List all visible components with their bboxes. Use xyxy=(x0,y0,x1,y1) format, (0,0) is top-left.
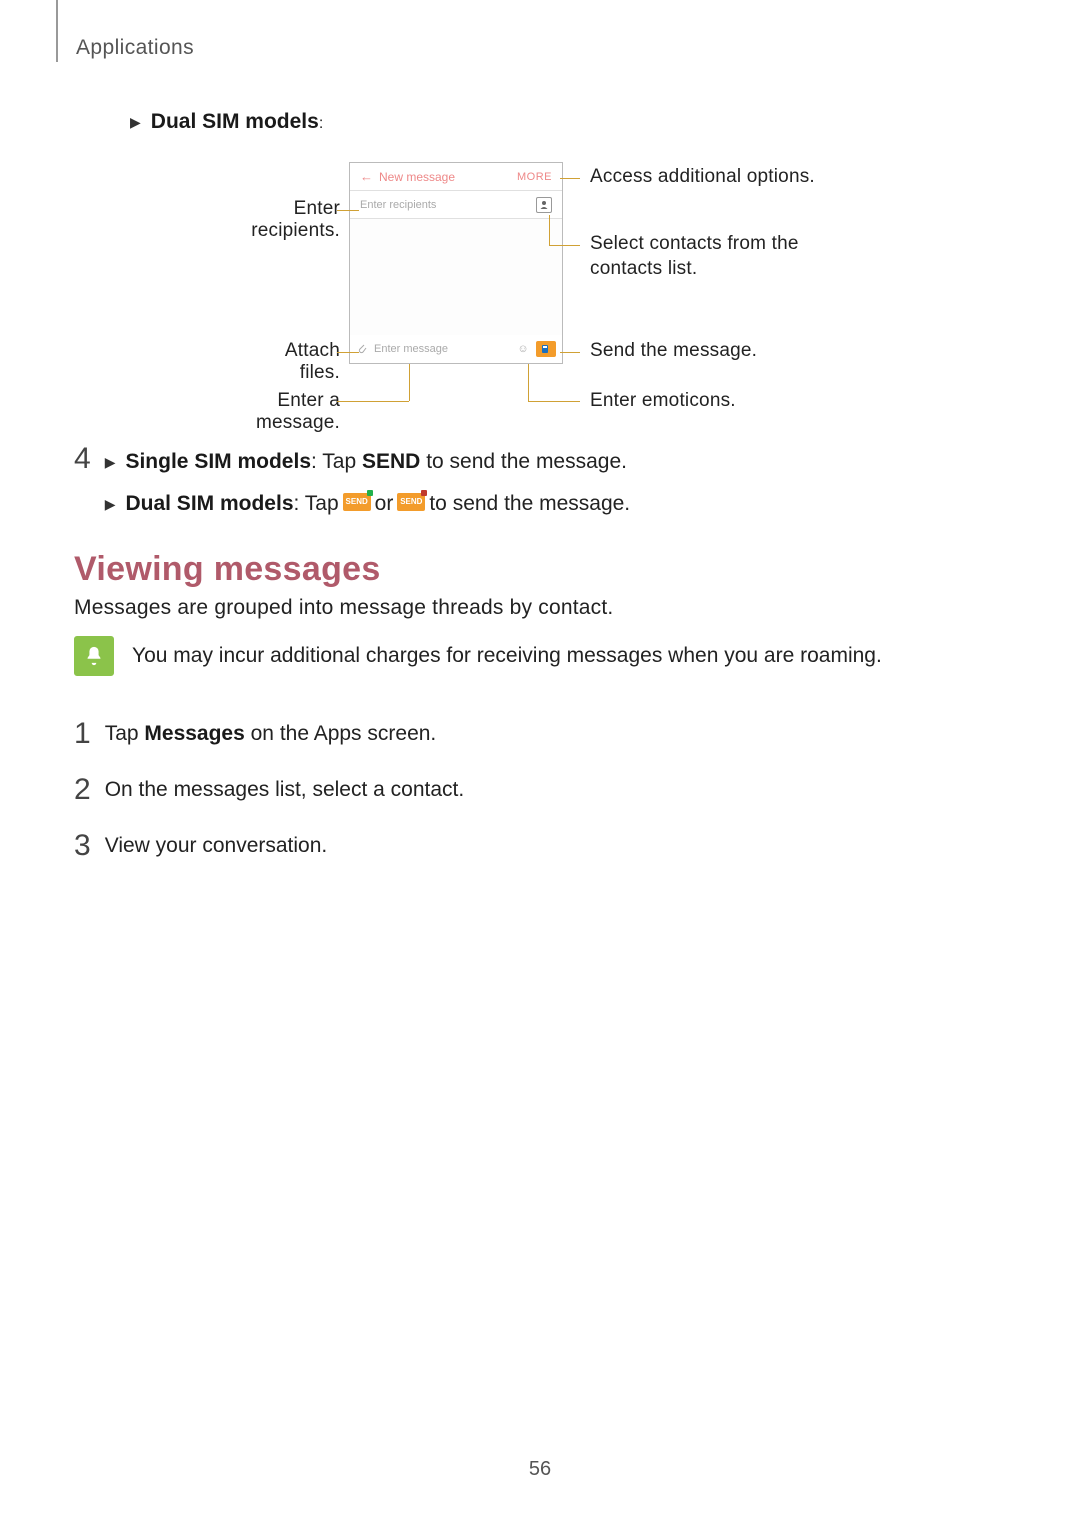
callout-line-vertical xyxy=(409,364,410,401)
callout-line xyxy=(549,245,580,246)
send-sim2-icon: SEND xyxy=(397,493,425,511)
step3-text: View your conversation. xyxy=(105,828,328,864)
callout-line xyxy=(337,210,359,211)
note-text: You may incur additional charges for rec… xyxy=(132,644,882,668)
step1-bold: Messages xyxy=(144,722,244,745)
bell-note-icon xyxy=(74,636,114,676)
recipients-placeholder[interactable]: Enter recipients xyxy=(360,199,436,211)
dual-sim-heading: Dual SIM models xyxy=(151,110,319,133)
mock-recipients-row: Enter recipients xyxy=(350,191,562,219)
dual-sim-heading-colon: : xyxy=(319,115,323,132)
callout-line xyxy=(337,352,359,353)
heading-viewing-messages: Viewing messages xyxy=(74,550,381,589)
back-arrow-icon[interactable]: ← xyxy=(360,169,373,184)
dual-sim-text-b: to send the message. xyxy=(429,486,630,522)
attach-icon[interactable] xyxy=(356,342,368,357)
step-number-2: 2 xyxy=(74,775,91,805)
callout-enter-emoticons: Enter emoticons. xyxy=(590,390,736,412)
viewing-intro: Messages are grouped into message thread… xyxy=(74,596,613,620)
bullet-dual-sim-heading: ▶ Dual SIM models: xyxy=(130,110,323,134)
callout-select-contacts-2: contacts list. xyxy=(590,258,697,280)
message-placeholder[interactable]: Enter message xyxy=(374,343,448,355)
step1-a: Tap xyxy=(105,722,145,745)
send-sim-button[interactable] xyxy=(536,341,556,357)
note-row: You may incur additional charges for rec… xyxy=(74,636,882,676)
emoticon-icon[interactable]: ☺ xyxy=(516,343,530,355)
callout-line xyxy=(560,352,580,353)
mock-header: ← New message MORE xyxy=(350,163,562,191)
triangle-icon: ▶ xyxy=(105,497,116,511)
mock-body xyxy=(350,219,562,335)
step1-b: on the Apps screen. xyxy=(245,722,436,745)
step-number-4: 4 xyxy=(74,444,91,474)
step2-text: On the messages list, select a contact. xyxy=(105,772,465,808)
callout-send-message: Send the message. xyxy=(590,340,757,362)
single-sim-text-b: to send the message. xyxy=(420,450,627,473)
dual-sim-text-a: : Tap xyxy=(294,492,339,515)
callout-enter-recipients: Enter recipients. xyxy=(205,198,340,242)
triangle-icon: ▶ xyxy=(105,455,116,469)
callout-access-options: Access additional options. xyxy=(590,166,815,188)
single-sim-text-a: : Tap xyxy=(311,450,362,473)
more-button[interactable]: MORE xyxy=(517,171,552,183)
page-spine-rule xyxy=(56,0,58,62)
send-label: SEND xyxy=(362,450,420,473)
dual-sim-label: Dual SIM models xyxy=(125,492,293,515)
single-sim-label: Single SIM models xyxy=(125,450,311,473)
callout-line-vertical xyxy=(528,364,529,401)
callout-line xyxy=(528,401,580,402)
contacts-icon[interactable] xyxy=(536,197,552,213)
callout-line-vertical xyxy=(549,215,550,245)
dual-sim-or: or xyxy=(375,486,394,522)
step-number-1: 1 xyxy=(74,719,91,749)
page-number: 56 xyxy=(529,1458,551,1481)
callout-enter-message: Enter a message. xyxy=(195,390,340,434)
mock-input-row: Enter message ☺ xyxy=(350,335,562,363)
send-sim1-icon: SEND xyxy=(343,493,371,511)
phone-mockup: ← New message MORE Enter recipients Ente… xyxy=(349,162,563,364)
breadcrumb: Applications xyxy=(76,36,194,60)
callout-line xyxy=(560,178,580,179)
triangle-icon: ▶ xyxy=(130,115,141,129)
callout-select-contacts-1: Select contacts from the xyxy=(590,233,799,255)
mock-title: New message xyxy=(379,170,455,184)
callout-attach-files: Attach files. xyxy=(240,340,340,384)
step-number-3: 3 xyxy=(74,831,91,861)
callout-line xyxy=(337,401,409,402)
